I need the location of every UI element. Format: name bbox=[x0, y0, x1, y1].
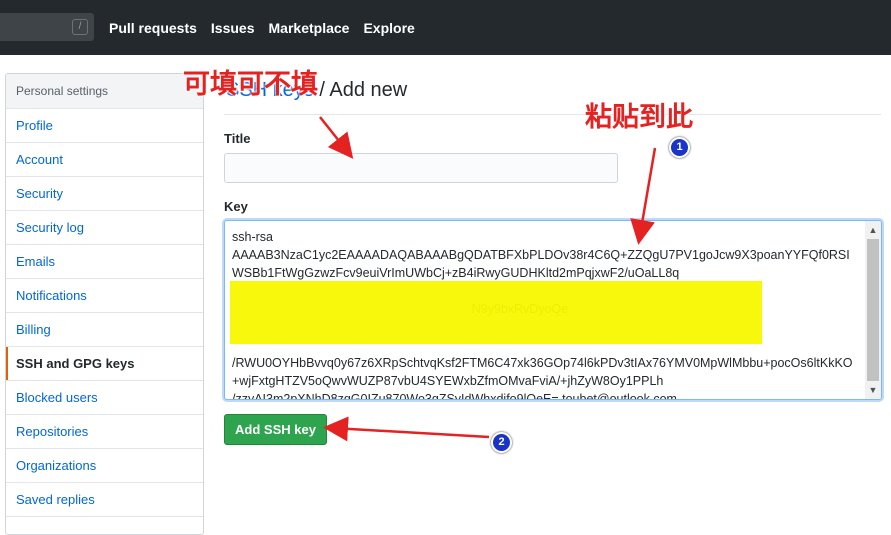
arrow-to-title bbox=[319, 116, 354, 159]
annotation-arrows bbox=[319, 116, 657, 442]
arrow-to-button bbox=[323, 416, 490, 442]
arrow-to-key bbox=[630, 147, 657, 245]
